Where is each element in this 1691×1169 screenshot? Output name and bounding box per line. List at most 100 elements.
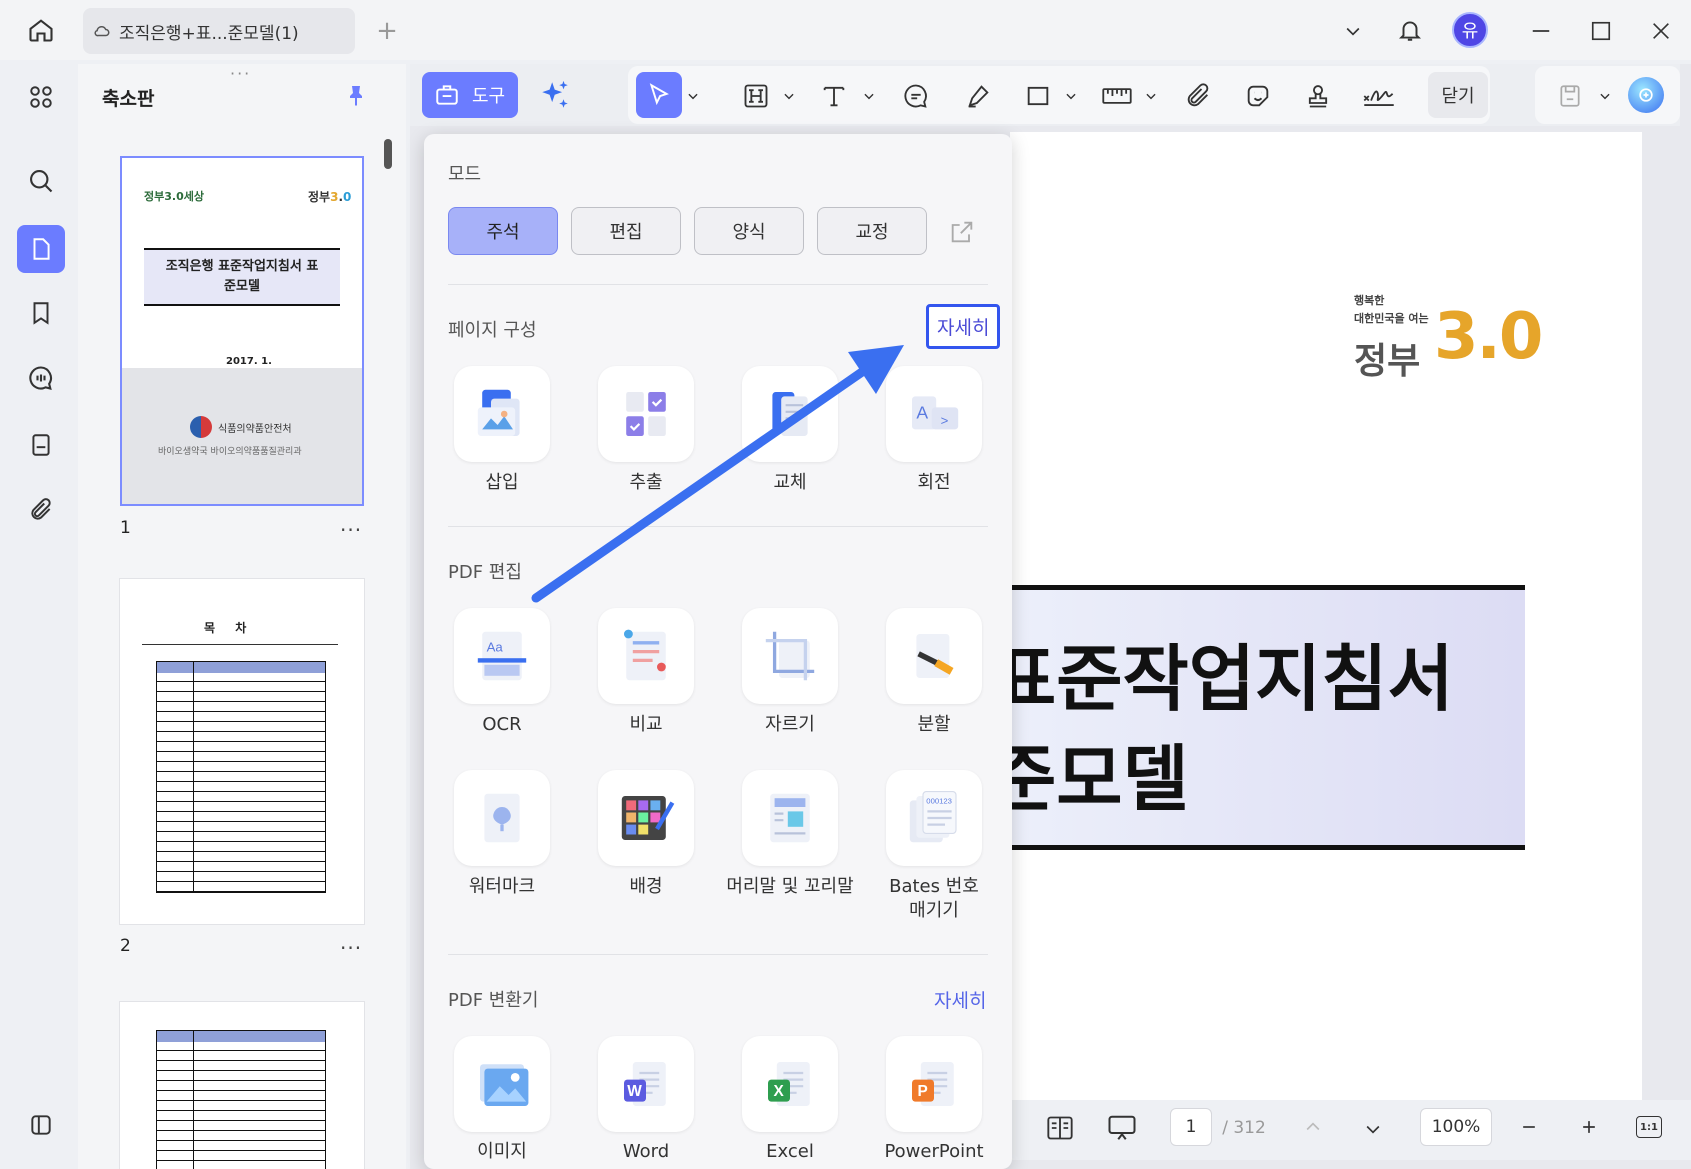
home-icon[interactable] xyxy=(22,12,60,48)
bates-numbering-label: Bates 번호 매기기 xyxy=(889,876,979,921)
svg-text:000123: 000123 xyxy=(926,797,952,806)
chevron-down-icon[interactable] xyxy=(860,76,878,116)
page-thumbnail-2[interactable]: 목 차 xyxy=(120,579,364,924)
mode-button-annotate[interactable]: 주석 xyxy=(448,207,558,255)
document-tab[interactable]: 조직은행+표...준모델(1) xyxy=(83,8,355,54)
page-number-input[interactable]: 1 xyxy=(1170,1108,1212,1146)
convert-powerpoint-tile[interactable]: P xyxy=(886,1036,982,1132)
maximize-icon[interactable] xyxy=(1584,16,1618,46)
mode-button-form[interactable]: 양식 xyxy=(694,207,804,255)
bookmark-icon[interactable] xyxy=(20,292,62,334)
measure-tool-icon[interactable] xyxy=(1096,76,1138,116)
panel-scrollbar[interactable] xyxy=(384,139,392,169)
comment-icon[interactable] xyxy=(20,357,62,399)
edit-section-title: PDF 편집 xyxy=(448,562,522,583)
title-bar: 조직은행+표...준모델(1) + 유 xyxy=(0,0,1691,60)
signature-tool-icon[interactable] xyxy=(1356,76,1402,116)
zoom-in-icon[interactable] xyxy=(1574,1112,1604,1142)
tools-button[interactable]: 도구 xyxy=(422,72,518,118)
stamp-tool-icon[interactable] xyxy=(1298,76,1338,116)
panel-drag-handle[interactable]: ··· xyxy=(230,64,251,83)
logo-main: 정부 xyxy=(1354,341,1421,382)
split-tile[interactable] xyxy=(886,608,982,704)
convert-excel-label: Excel xyxy=(766,1141,814,1162)
convert-word-tile[interactable]: W xyxy=(598,1036,694,1132)
page-more-button-2[interactable]: ... xyxy=(340,930,362,954)
bell-icon[interactable] xyxy=(1394,14,1426,46)
chevron-down-icon[interactable] xyxy=(1062,76,1080,116)
minimize-icon[interactable] xyxy=(1524,16,1558,46)
total-pages: / 312 xyxy=(1222,1118,1266,1138)
watermark-label: 워터마크 xyxy=(468,876,536,897)
page-section-more-link[interactable]: 자세히 xyxy=(926,304,1001,349)
compare-label: 비교 xyxy=(629,714,663,735)
chevron-down-icon[interactable] xyxy=(1338,16,1368,46)
chevron-down-icon[interactable] xyxy=(684,76,702,116)
mode-button-proofread[interactable]: 교정 xyxy=(817,207,927,255)
document-tab-title: 조직은행+표...준모델(1) xyxy=(119,23,299,44)
replace-page-tile[interactable] xyxy=(742,366,838,462)
insert-page-tile[interactable] xyxy=(454,366,550,462)
two-page-view-icon[interactable] xyxy=(1042,1110,1078,1146)
sticker-tool-icon[interactable] xyxy=(1238,76,1278,116)
rectangle-tool-icon[interactable] xyxy=(1018,76,1058,116)
chevron-down-icon[interactable] xyxy=(1596,76,1614,116)
pin-icon[interactable] xyxy=(344,84,368,108)
apps-grid-icon[interactable] xyxy=(20,76,62,118)
previous-page-icon[interactable] xyxy=(1298,1112,1328,1142)
next-page-icon[interactable] xyxy=(1358,1114,1388,1144)
extract-page-label: 추출 xyxy=(629,472,663,493)
extract-page-tile[interactable] xyxy=(598,366,694,462)
zoom-level[interactable]: 100% xyxy=(1420,1108,1492,1146)
rotate-page-tile[interactable]: A > xyxy=(886,366,982,462)
note-tool-icon[interactable] xyxy=(896,76,936,116)
convert-excel-tile[interactable]: X xyxy=(742,1036,838,1132)
attachment-icon[interactable] xyxy=(20,489,62,531)
form-icon[interactable] xyxy=(20,424,62,466)
background-tile[interactable] xyxy=(598,770,694,866)
toolbox-icon xyxy=(434,82,460,108)
close-window-icon[interactable] xyxy=(1644,16,1678,46)
convert-section-more-link[interactable]: 자세히 xyxy=(934,986,986,1013)
ocr-tile[interactable]: Aa xyxy=(454,608,550,704)
thumbnails-icon[interactable] xyxy=(17,225,65,273)
separator xyxy=(448,284,988,285)
bates-numbering-tile[interactable]: 000123 xyxy=(886,770,982,866)
thumb-toc-table-header xyxy=(157,662,325,673)
external-link-icon[interactable] xyxy=(948,218,976,246)
crop-tile[interactable] xyxy=(742,608,838,704)
header-footer-tile[interactable] xyxy=(742,770,838,866)
left-rail xyxy=(6,64,76,1169)
avatar[interactable]: 유 xyxy=(1452,12,1488,48)
close-tools-button[interactable]: 닫기 xyxy=(1428,72,1488,118)
zoom-out-icon[interactable] xyxy=(1514,1112,1544,1142)
page-thumbnail-1[interactable]: 정부3.0세상 정부3.0 조직은행 표준작업지침서 표준모델 2017. 1.… xyxy=(120,156,364,506)
heading-tool-icon[interactable] xyxy=(736,76,776,116)
ai-assistant-icon[interactable] xyxy=(1626,75,1666,115)
ai-sparkle-icon[interactable] xyxy=(538,78,572,112)
text-tool-icon[interactable] xyxy=(814,76,854,116)
actual-size-icon[interactable]: 1:1 xyxy=(1634,1112,1664,1142)
search-icon[interactable] xyxy=(20,160,62,202)
chevron-down-icon[interactable] xyxy=(1142,76,1160,116)
thumb-toc-heading: 목 차 xyxy=(204,621,255,635)
attachment-tool-icon[interactable] xyxy=(1178,76,1218,116)
convert-powerpoint-label: PowerPoint xyxy=(884,1141,984,1162)
watermark-tile[interactable] xyxy=(454,770,550,866)
convert-image-tile[interactable] xyxy=(454,1036,550,1132)
select-tool-button[interactable] xyxy=(636,72,682,118)
page-thumbnail-3[interactable] xyxy=(120,1002,364,1169)
logo-line-2: 대한민국을 여는 xyxy=(1354,312,1429,325)
mode-button-edit[interactable]: 편집 xyxy=(571,207,681,255)
svg-text:Aa: Aa xyxy=(487,640,504,655)
save-icon[interactable] xyxy=(1552,76,1588,116)
new-tab-icon[interactable]: + xyxy=(372,16,402,46)
pen-tool-icon[interactable] xyxy=(958,76,998,116)
presentation-icon[interactable] xyxy=(1102,1110,1142,1146)
sidebar-toggle-icon[interactable] xyxy=(20,1104,62,1146)
compare-tile[interactable] xyxy=(598,608,694,704)
thumb-heading-box: 조직은행 표준작업지침서 표준모델 xyxy=(144,248,340,306)
logo-number: 3.0 xyxy=(1434,302,1543,372)
page-more-button-1[interactable]: ... xyxy=(340,512,362,536)
chevron-down-icon[interactable] xyxy=(780,76,798,116)
